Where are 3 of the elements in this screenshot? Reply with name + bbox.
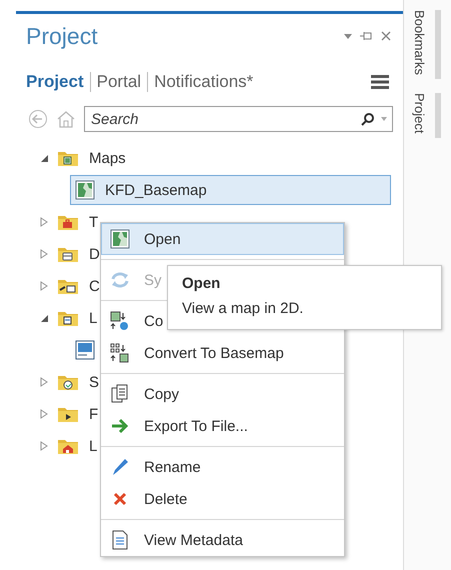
tooltip-text: View a map in 2D. [182,300,304,317]
panel-title: Project [26,22,99,50]
tooltip-title: Open [182,275,222,292]
